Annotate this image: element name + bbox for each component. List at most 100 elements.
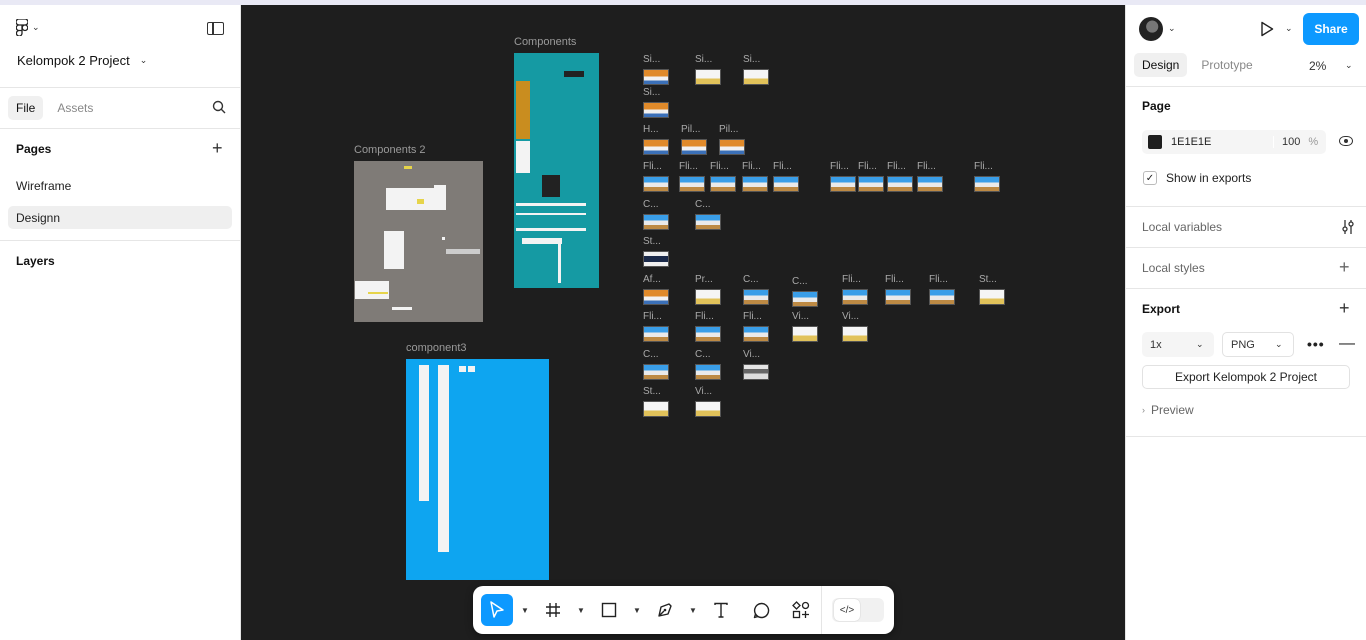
tab-assets[interactable]: Assets [49, 96, 101, 120]
thumbnail-label[interactable]: Fli... [643, 161, 662, 172]
frame-thumbnail[interactable] [974, 176, 1000, 192]
export-format-select[interactable]: PNG ⌄ [1222, 332, 1294, 357]
thumbnail-label[interactable]: Fli... [887, 161, 906, 172]
add-page-icon[interactable]: + [212, 139, 223, 157]
thumbnail-label[interactable]: Fli... [929, 274, 948, 285]
frame-thumbnail[interactable] [679, 176, 705, 192]
add-export-icon[interactable]: + [1339, 299, 1350, 317]
thumbnail-label[interactable]: Pil... [719, 124, 738, 135]
tab-file[interactable]: File [8, 96, 44, 120]
thumbnail-label[interactable]: Fli... [885, 274, 904, 285]
thumbnail-label[interactable]: Fli... [974, 161, 993, 172]
thumbnail-label[interactable]: Fli... [773, 161, 792, 172]
frame-thumbnail[interactable] [643, 251, 669, 267]
frame-thumbnail[interactable] [830, 176, 856, 192]
thumbnail-label[interactable]: Si... [643, 87, 660, 98]
frame-thumbnail[interactable] [643, 401, 669, 417]
frame-thumbnail[interactable] [695, 364, 721, 380]
more-options-icon[interactable]: ••• [1307, 336, 1325, 352]
frame-thumbnail[interactable] [695, 69, 721, 85]
thumbnail-label[interactable]: St... [643, 386, 661, 397]
frame-components-2[interactable] [354, 161, 483, 322]
frame-thumbnail[interactable] [643, 289, 669, 305]
frame-thumbnail[interactable] [719, 139, 745, 155]
frame-thumbnail[interactable] [792, 326, 818, 342]
frame-thumbnail[interactable] [743, 289, 769, 305]
background-opacity[interactable]: 100 [1273, 136, 1300, 148]
frame-thumbnail[interactable] [743, 364, 769, 380]
shape-tool[interactable] [593, 594, 625, 626]
comment-tool[interactable] [745, 594, 777, 626]
thumbnail-label[interactable]: Si... [643, 54, 660, 65]
thumbnail-label[interactable]: C... [643, 349, 659, 360]
frame-thumbnail[interactable] [643, 326, 669, 342]
chevron-down-icon[interactable]: ▼ [681, 594, 705, 626]
frame-thumbnail[interactable] [917, 176, 943, 192]
background-hex[interactable]: 1E1E1E [1171, 136, 1271, 148]
frame-thumbnail[interactable] [792, 291, 818, 307]
chevron-down-icon[interactable]: ⌄ [1168, 23, 1176, 34]
frame-thumbnail[interactable] [643, 102, 669, 118]
preview-toggle[interactable]: › Preview [1142, 403, 1194, 417]
thumbnail-label[interactable]: Fli... [743, 311, 762, 322]
frame-thumbnail[interactable] [710, 176, 736, 192]
pen-tool[interactable] [649, 594, 681, 626]
thumbnail-label[interactable]: Fli... [695, 311, 714, 322]
chevron-down-icon[interactable]: ⌄ [1285, 23, 1293, 34]
sliders-icon[interactable] [1341, 219, 1355, 235]
thumbnail-label[interactable]: Fli... [842, 274, 861, 285]
background-color-field[interactable]: 1E1E1E 100 % [1142, 130, 1326, 154]
frame-thumbnail[interactable] [773, 176, 799, 192]
frame-thumbnail[interactable] [885, 289, 911, 305]
frame-label-components-2[interactable]: Components 2 [354, 144, 426, 156]
frame-thumbnail[interactable] [695, 289, 721, 305]
frame-thumbnail[interactable] [643, 364, 669, 380]
thumbnail-label[interactable]: C... [792, 276, 808, 287]
show-in-exports-checkbox[interactable]: ✓ [1143, 171, 1157, 185]
frame-thumbnail[interactable] [695, 326, 721, 342]
actions-tool[interactable] [785, 594, 817, 626]
thumbnail-label[interactable]: Vi... [743, 349, 760, 360]
avatar[interactable] [1139, 17, 1163, 41]
thumbnail-label[interactable]: C... [695, 349, 711, 360]
thumbnail-label[interactable]: Si... [695, 54, 712, 65]
thumbnail-label[interactable]: Fli... [830, 161, 849, 172]
thumbnail-label[interactable]: C... [695, 199, 711, 210]
frame-thumbnail[interactable] [842, 289, 868, 305]
page-item-wireframe[interactable]: Wireframe [8, 174, 232, 197]
thumbnail-label[interactable]: H... [643, 124, 659, 135]
thumbnail-label[interactable]: Vi... [695, 386, 712, 397]
page-item-designn[interactable]: Designn [8, 206, 232, 229]
thumbnail-label[interactable]: Fli... [643, 311, 662, 322]
frame-thumbnail[interactable] [858, 176, 884, 192]
thumbnail-label[interactable]: St... [643, 236, 661, 247]
remove-export-icon[interactable]: — [1339, 335, 1355, 353]
zoom-level[interactable]: 2% [1309, 59, 1326, 73]
frame-tool[interactable] [537, 594, 569, 626]
frame-label-component3[interactable]: component3 [406, 342, 467, 354]
thumbnail-label[interactable]: Pr... [695, 274, 713, 285]
local-variables-label[interactable]: Local variables [1142, 220, 1222, 234]
text-tool[interactable] [705, 594, 737, 626]
thumbnail-label[interactable]: Vi... [792, 311, 809, 322]
thumbnail-label[interactable]: Pil... [681, 124, 700, 135]
design-canvas[interactable]: Components 2 Components component3 Si...… [241, 5, 1125, 640]
frame-thumbnail[interactable] [887, 176, 913, 192]
move-tool[interactable] [481, 594, 513, 626]
frame-thumbnail[interactable] [643, 139, 669, 155]
dev-mode-toggle[interactable]: </> [832, 598, 884, 622]
eye-icon[interactable] [1339, 136, 1353, 146]
export-button[interactable]: Export Kelompok 2 Project [1142, 365, 1350, 389]
color-swatch[interactable] [1148, 135, 1162, 149]
frame-thumbnail[interactable] [681, 139, 707, 155]
thumbnail-label[interactable]: Si... [743, 54, 760, 65]
tab-design[interactable]: Design [1134, 53, 1188, 77]
thumbnail-label[interactable]: Fli... [742, 161, 761, 172]
thumbnail-label[interactable]: Vi... [842, 311, 859, 322]
chevron-down-icon[interactable]: ▼ [569, 594, 593, 626]
thumbnail-label[interactable]: C... [643, 199, 659, 210]
thumbnail-label[interactable]: Fli... [679, 161, 698, 172]
thumbnail-label[interactable]: Fli... [917, 161, 936, 172]
frame-thumbnail[interactable] [695, 214, 721, 230]
thumbnail-label[interactable]: Af... [643, 274, 661, 285]
